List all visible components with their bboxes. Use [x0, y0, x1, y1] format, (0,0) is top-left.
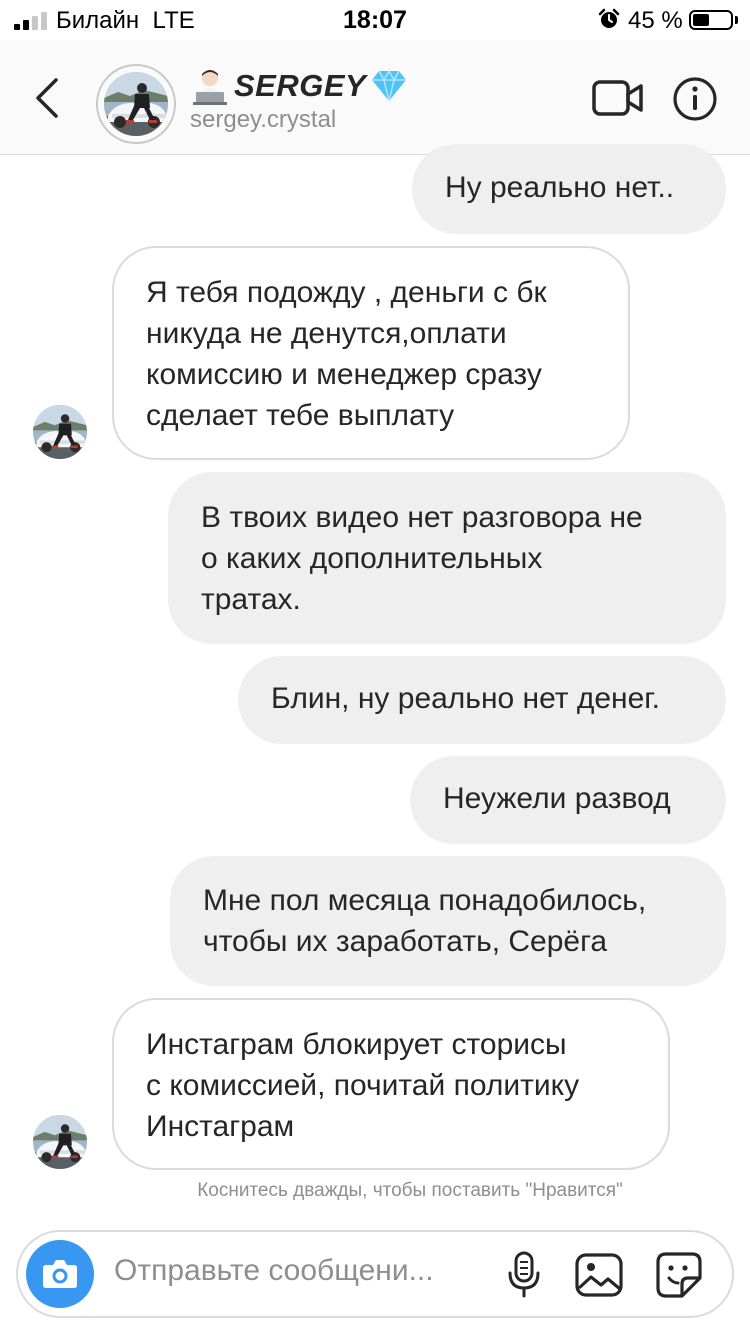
message-bubble-received[interactable]: Я тебя подожду , деньги с бк никуда не д…	[112, 246, 630, 460]
info-icon[interactable]	[672, 76, 718, 122]
sticker-icon[interactable]	[654, 1250, 704, 1300]
battery-percent: 45 %	[628, 7, 683, 34]
message-bubble-sent[interactable]: Мне пол месяца понадобилось, чтобы их за…	[170, 856, 726, 986]
message-text: Неужели развод	[443, 782, 671, 815]
alarm-icon	[598, 8, 620, 28]
back-icon[interactable]	[30, 76, 66, 120]
gem-emoji-icon	[372, 69, 407, 102]
contact-username: sergey.crystal	[190, 106, 337, 133]
message-bubble-received[interactable]: Инстаграм блокирует сторисы с комиссией,…	[112, 998, 670, 1170]
sender-avatar[interactable]	[33, 1115, 87, 1169]
message-text: Ну реально нет..	[445, 171, 675, 204]
video-call-icon[interactable]	[592, 78, 644, 118]
message-composer[interactable]: Отправьте сообщени...	[16, 1230, 734, 1318]
message-bubble-sent[interactable]: Неужели развод	[410, 756, 726, 844]
gallery-icon[interactable]	[574, 1250, 624, 1300]
technologist-emoji-icon	[193, 70, 227, 105]
camera-icon	[43, 1260, 77, 1288]
battery-cap	[735, 16, 738, 24]
message-input[interactable]: Отправьте сообщени...	[114, 1254, 434, 1288]
avatar-image	[104, 72, 168, 136]
camera-button[interactable]	[26, 1240, 94, 1308]
message-bubble-sent[interactable]: Ну реально нет..	[412, 144, 726, 234]
contact-avatar[interactable]	[96, 64, 176, 144]
contact-name-row[interactable]: SERGEY	[190, 66, 408, 106]
microphone-icon[interactable]	[506, 1250, 542, 1300]
message-text: Блин, ну реально нет денег.	[271, 682, 660, 715]
message-text: Мне пол месяца понадобилось, чтобы их за…	[203, 884, 647, 958]
chat-header: SERGEY sergey.crystal	[0, 40, 750, 155]
contact-display-name: SERGEY	[234, 68, 367, 103]
double-tap-like-hint: Коснитесь дважды, чтобы поставить "Нрави…	[197, 1180, 623, 1201]
message-bubble-sent[interactable]: Блин, ну реально нет денег.	[238, 656, 726, 744]
status-bar: Билайн LTE 18:07 45 %	[0, 0, 750, 40]
message-text: В твоих видео нет разговора не о каких д…	[201, 501, 643, 616]
message-bubble-sent[interactable]: В твоих видео нет разговора не о каких д…	[168, 472, 726, 644]
message-text: Инстаграм блокирует сторисы с комиссией,…	[146, 1028, 580, 1143]
battery-icon	[689, 10, 733, 30]
sender-avatar[interactable]	[33, 405, 87, 459]
message-text: Я тебя подожду , деньги с бк никуда не д…	[146, 276, 547, 432]
